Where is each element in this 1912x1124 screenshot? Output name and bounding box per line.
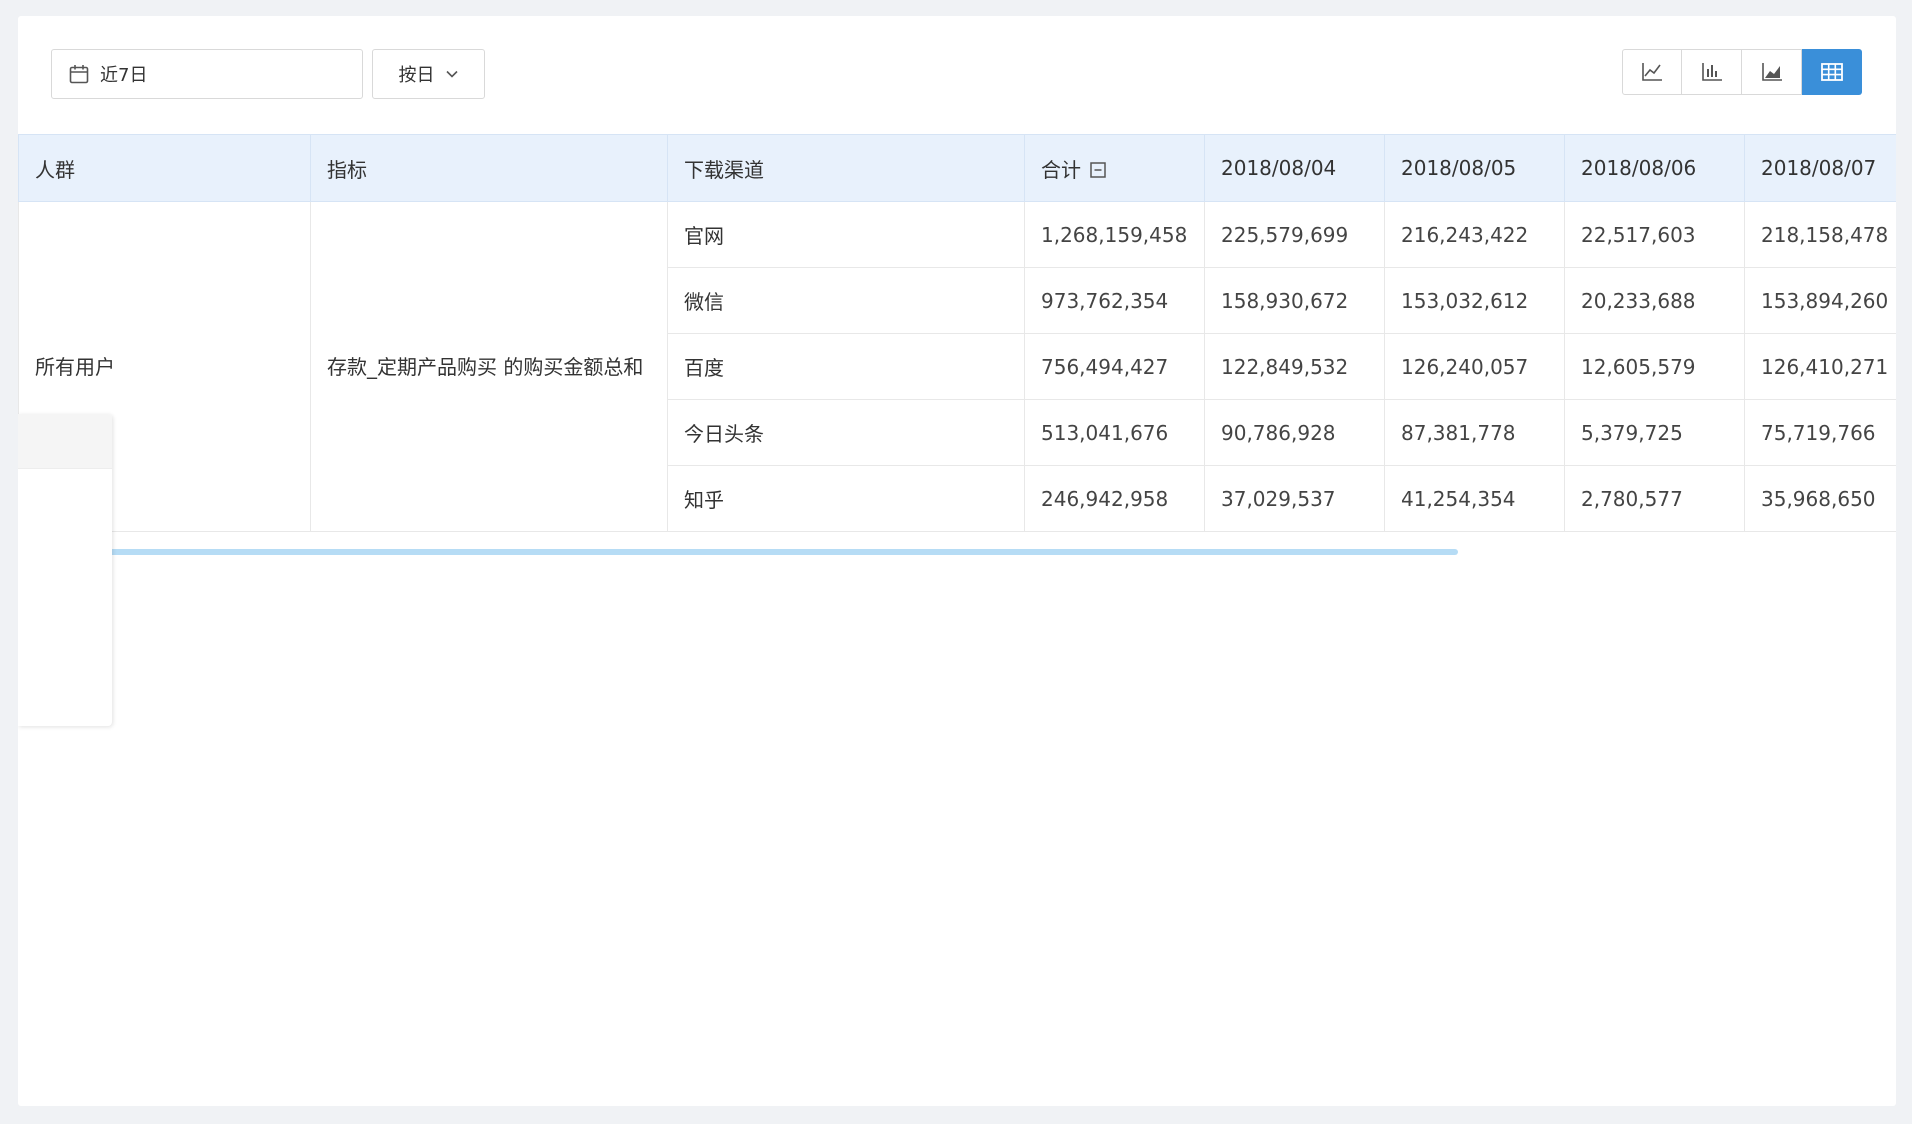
channel-cell: 今日头条 [667,399,1025,466]
value-cell: 12,605,579 [1564,333,1745,400]
value-cell: 218,158,478 [1744,201,1896,268]
granularity-select[interactable]: 按日 [372,49,485,99]
bar-chart-view-button[interactable] [1682,49,1742,95]
total-cell: 756,494,427 [1024,333,1205,400]
line-chart-view-button[interactable] [1622,49,1682,95]
value-cell: 126,410,271 [1744,333,1896,400]
value-cell: 158,930,672 [1204,267,1385,334]
horizontal-scrollbar[interactable] [94,549,1876,555]
value-cell: 41,254,354 [1384,465,1565,532]
date-range-picker[interactable]: 近7日 [51,49,363,99]
header-date: 2018/08/06 [1564,134,1745,202]
report-card: 近7日 按日 人群 指标 下载渠道 合计 2018/08/04 2018/08/… [18,16,1896,1106]
value-cell: 126,240,057 [1384,333,1565,400]
date-range-label: 近7日 [100,65,148,86]
value-cell: 35,968,650 [1744,465,1896,532]
side-popover-header [18,414,112,469]
channel-cell: 微信 [667,267,1025,334]
header-date: 2018/08/04 [1204,134,1385,202]
area-chart-icon [1761,63,1782,81]
scrollbar-thumb[interactable] [94,549,1458,555]
channel-cell: 官网 [667,201,1025,268]
side-popover-panel [18,414,112,726]
value-cell: 37,029,537 [1204,465,1385,532]
header-metric: 指标 [310,134,668,202]
chevron-down-icon [445,67,459,81]
header-date: 2018/08/07 [1744,134,1896,202]
table-view-button[interactable] [1802,49,1862,95]
collapse-icon[interactable] [1089,161,1107,179]
header-channel: 下载渠道 [667,134,1025,202]
data-table-container: 人群 指标 下载渠道 合计 2018/08/04 2018/08/05 2018… [18,134,1896,554]
value-cell: 90,786,928 [1204,399,1385,466]
value-cell: 87,381,778 [1384,399,1565,466]
total-cell: 1,268,159,458 [1024,201,1205,268]
value-cell: 153,894,260 [1744,267,1896,334]
value-cell: 225,579,699 [1204,201,1385,268]
table-header-row: 人群 指标 下载渠道 合计 2018/08/04 2018/08/05 2018… [18,134,1896,202]
value-cell: 122,849,532 [1204,333,1385,400]
value-cell: 2,780,577 [1564,465,1745,532]
channel-cell: 百度 [667,333,1025,400]
header-total-label: 合计 [1041,157,1081,182]
total-cell: 513,041,676 [1024,399,1205,466]
channel-cell: 知乎 [667,465,1025,532]
table-icon [1820,63,1843,81]
toolbar: 近7日 按日 [18,16,1896,134]
area-chart-view-button[interactable] [1742,49,1802,95]
value-cell: 5,379,725 [1564,399,1745,466]
bar-chart-icon [1701,63,1722,81]
value-cell: 22,517,603 [1564,201,1745,268]
value-cell: 216,243,422 [1384,201,1565,268]
value-cell: 20,233,688 [1564,267,1745,334]
data-table: 人群 指标 下载渠道 合计 2018/08/04 2018/08/05 2018… [18,134,1896,532]
value-cell: 153,032,612 [1384,267,1565,334]
line-chart-icon [1642,63,1662,81]
total-cell: 246,942,958 [1024,465,1205,532]
view-mode-switch [1622,49,1862,95]
granularity-label: 按日 [398,65,435,86]
value-cell: 75,719,766 [1744,399,1896,466]
metric-cell: 存款_定期产品购买 的购买金额总和 [310,201,668,532]
header-total: 合计 [1024,134,1205,202]
header-date: 2018/08/05 [1384,134,1565,202]
total-cell: 973,762,354 [1024,267,1205,334]
table-row: 所有用户 存款_定期产品购买 的购买金额总和 官网 1,268,159,458 … [18,201,1896,532]
header-crowd: 人群 [18,134,311,202]
calendar-icon [68,63,90,85]
